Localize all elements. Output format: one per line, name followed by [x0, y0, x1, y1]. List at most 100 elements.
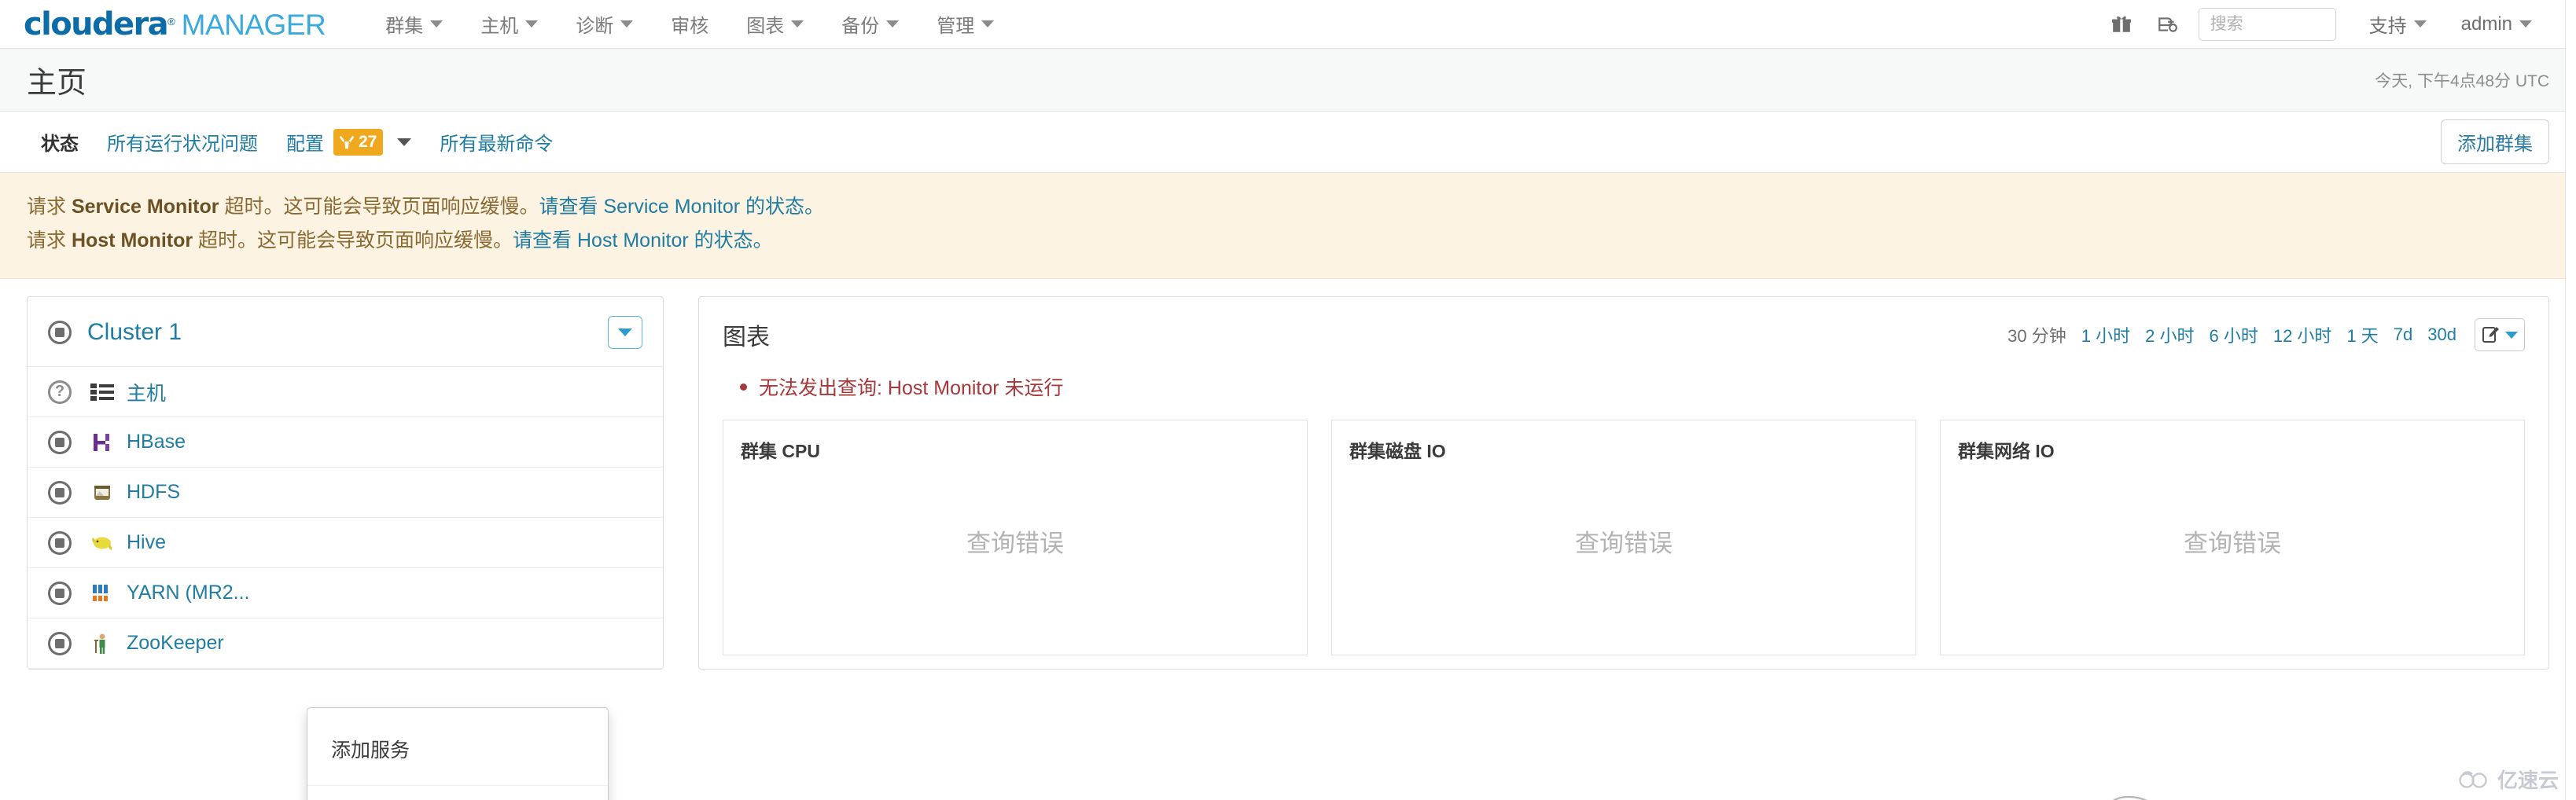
- service-list: ? 主机 HBase HDFS Hive YARN (MR2... ZooKee…: [28, 366, 663, 669]
- time-range-1hour[interactable]: 1 小时: [2081, 322, 2130, 347]
- hbase-icon: [89, 431, 116, 453]
- tab-all-recent-commands[interactable]: 所有最新命令: [425, 123, 567, 160]
- chevron-down-icon[interactable]: [397, 138, 412, 146]
- page-title-bar: 主页 今天, 下午4点48分 UTC: [0, 49, 2576, 112]
- service-monitor-status-link[interactable]: 请查看 Service Monitor 的状态。: [539, 196, 824, 218]
- service-name-hive: Hive: [127, 531, 167, 553]
- nav-item-hosts-label: 主机: [480, 16, 519, 37]
- nav-item-administration[interactable]: 管理: [918, 2, 1013, 46]
- hdfs-icon: [89, 482, 116, 504]
- chevron-down-icon: [2413, 20, 2427, 28]
- chevron-down-icon: [618, 328, 632, 336]
- nav-item-backup-label: 备份: [841, 16, 880, 37]
- unknown-status-icon: ?: [48, 380, 72, 404]
- menu-item-setup-hdfs-encryption[interactable]: 设置 HDFS 静态数据加密: [307, 786, 608, 800]
- support-tool-icon-button[interactable]: [2147, 7, 2188, 42]
- chart-card-title: 群集 CPU: [741, 441, 820, 461]
- time-range-6hours[interactable]: 6 小时: [2209, 322, 2258, 347]
- chart-card-message: 查询错误: [1575, 530, 1673, 557]
- chevron-down-icon: [2519, 20, 2532, 28]
- warning-subject: Service Monitor: [71, 196, 219, 218]
- configuration-badge[interactable]: 27: [333, 128, 384, 156]
- stopped-status-icon: [48, 321, 72, 344]
- site-watermark-text: 亿速云: [2497, 769, 2559, 792]
- nav-item-support-label: 支持: [2368, 16, 2407, 37]
- add-cluster-button[interactable]: 添加群集: [2441, 119, 2549, 164]
- cluster-panel: Cluster 1 ? 主机 HBase HDFS Hive YARN (MR2…: [27, 296, 664, 670]
- stopped-status-icon: [48, 480, 72, 505]
- charts-panel: 图表 30 分钟 1 小时 2 小时 6 小时 12 小时 1 天 7d 30d: [698, 296, 2549, 670]
- warning-prefix: 请求: [27, 196, 72, 218]
- nav-item-user-admin[interactable]: admin: [2444, 6, 2549, 43]
- stopped-status-icon: [48, 530, 72, 555]
- stopped-status-icon: [48, 631, 72, 655]
- service-name-zookeeper: ZooKeeper: [127, 632, 224, 654]
- service-row-hbase[interactable]: HBase: [28, 417, 663, 468]
- service-row-zookeeper[interactable]: ZooKeeper: [28, 618, 663, 669]
- menu-item-add-service[interactable]: 添加服务: [307, 713, 608, 786]
- time-range-30min[interactable]: 30 分钟: [2007, 322, 2066, 347]
- nav-item-backup[interactable]: 备份: [822, 2, 918, 46]
- nav-item-audits-label: 审核: [671, 16, 709, 37]
- time-range-30d[interactable]: 30d: [2427, 325, 2456, 345]
- nav-item-clusters[interactable]: 群集: [366, 2, 462, 46]
- edit-pencil-icon: [2482, 327, 2499, 343]
- service-row-yarn[interactable]: YARN (MR2...: [28, 568, 663, 618]
- cluster-panel-header: Cluster 1: [28, 297, 663, 366]
- warning-line-service-monitor: 请求 Service Monitor 超时。这可能会导致页面响应缓慢。请查看 S…: [27, 190, 2549, 224]
- page-title: 主页: [27, 67, 87, 100]
- chevron-down-icon: [791, 20, 804, 28]
- time-range-12hours[interactable]: 12 小时: [2273, 322, 2332, 347]
- stopped-status-icon: [48, 430, 72, 454]
- chart-card-list: 群集 CPU 查询错误 群集磁盘 IO 查询错误 群集网络 IO 查询错误: [699, 413, 2548, 655]
- service-name-hosts: 主机: [127, 382, 167, 405]
- tab-bar: 状态 所有运行状况问题 配置 27 所有最新命令 添加群集: [0, 112, 2576, 173]
- time-range-edit-button[interactable]: [2475, 318, 2525, 351]
- brand-registered-mark: ®: [167, 15, 175, 28]
- cluster-actions-dropdown-toggle[interactable]: [608, 316, 642, 349]
- chart-card-cluster-network-io[interactable]: 群集网络 IO 查询错误: [1940, 420, 2525, 655]
- brand-cloudera-text: cloudera: [24, 6, 169, 42]
- tab-all-recent-commands-label: 所有最新命令: [440, 134, 554, 155]
- search-input[interactable]: [2198, 7, 2336, 41]
- page-right-edge: [2565, 0, 2576, 800]
- tab-configuration[interactable]: 配置 27: [272, 123, 425, 160]
- tab-list: 状态 所有运行状况问题 配置 27 所有最新命令: [27, 123, 567, 160]
- nav-item-charts-label: 图表: [746, 16, 785, 37]
- nav-item-support[interactable]: 支持: [2352, 2, 2444, 46]
- warning-middle: 超时。这可能会导致页面响应缓慢。: [193, 229, 513, 251]
- time-range-selector: 30 分钟 1 小时 2 小时 6 小时 12 小时 1 天 7d 30d: [2007, 318, 2525, 351]
- cluster-name-link[interactable]: Cluster 1: [87, 319, 182, 346]
- nav-item-hosts[interactable]: 主机: [462, 2, 557, 46]
- tab-all-health-issues[interactable]: 所有运行状况问题: [93, 123, 272, 160]
- host-monitor-status-link[interactable]: 请查看 Host Monitor 的状态。: [513, 229, 773, 251]
- time-range-1day[interactable]: 1 天: [2346, 322, 2378, 347]
- wechat-icon: [2112, 795, 2147, 800]
- warning-line-host-monitor: 请求 Host Monitor 超时。这可能会导致页面响应缓慢。请查看 Host…: [27, 224, 2549, 258]
- chevron-down-icon: [620, 20, 634, 28]
- chart-card-cluster-cpu[interactable]: 群集 CPU 查询错误: [723, 420, 1308, 655]
- hosts-icon: [89, 383, 116, 402]
- gift-icon-button[interactable]: [2101, 7, 2142, 42]
- tab-all-health-issues-label: 所有运行状况问题: [107, 134, 258, 155]
- charts-query-error: 无法发出查询: Host Monitor 未运行: [737, 372, 2525, 401]
- time-range-7d[interactable]: 7d: [2394, 325, 2412, 345]
- chart-card-cluster-disk-io[interactable]: 群集磁盘 IO 查询错误: [1331, 420, 1916, 655]
- stopped-status-icon: [48, 581, 72, 605]
- main-content: Cluster 1 ? 主机 HBase HDFS Hive YARN (MR2…: [0, 279, 2576, 800]
- charts-panel-header: 图表 30 分钟 1 小时 2 小时 6 小时 12 小时 1 天 7d 30d: [699, 297, 2548, 369]
- nav-item-charts[interactable]: 图表: [727, 2, 822, 46]
- brand-manager-text: MANAGER: [181, 8, 326, 41]
- cloudera-manager-logo[interactable]: cloudera ® MANAGER: [24, 6, 326, 42]
- time-range-2hours[interactable]: 2 小时: [2145, 322, 2194, 347]
- zookeeper-icon: [89, 633, 116, 655]
- nav-item-audits[interactable]: 审核: [652, 2, 727, 46]
- service-row-hive[interactable]: Hive: [28, 518, 663, 568]
- service-row-hdfs[interactable]: HDFS: [28, 468, 663, 518]
- top-navigation-bar: cloudera® MANAGER 群集 主机 诊断 审核 图表 备份 管理: [0, 0, 2576, 49]
- configuration-badge-count: 27: [359, 132, 377, 151]
- tab-status[interactable]: 状态: [27, 123, 93, 160]
- nav-item-diagnostics[interactable]: 诊断: [557, 2, 652, 46]
- service-row-hosts[interactable]: ? 主机: [28, 367, 663, 417]
- top-nav-right-group: 支持 admin: [2101, 2, 2549, 46]
